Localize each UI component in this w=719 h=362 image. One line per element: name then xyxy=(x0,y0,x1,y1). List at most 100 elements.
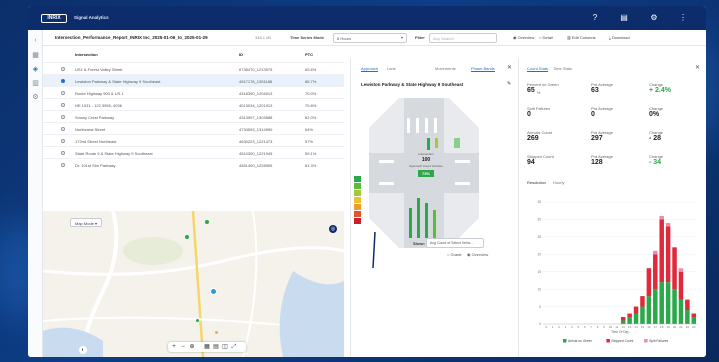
stat-value: 65 xyxy=(527,87,535,94)
overview-option[interactable]: ◉ Overview xyxy=(513,35,534,40)
legend-label: Split Failures xyxy=(649,339,668,343)
grid-icon[interactable]: ▦ xyxy=(203,343,211,351)
legend-label: Stopped Count xyxy=(611,339,633,343)
column-header-id[interactable]: ID xyxy=(239,52,243,57)
detail-option[interactable]: ○ Detail xyxy=(539,35,553,40)
intersection-count: 100 xyxy=(421,157,431,163)
tab-time-stats[interactable]: Time Stats xyxy=(553,66,572,71)
map-view[interactable]: Map Mode ▾ ◎ ◐ + − ⊕ ▦ ▤ ◫ ⤢ xyxy=(43,211,344,357)
zoom-in-icon[interactable]: + xyxy=(170,343,178,351)
stat-value: 269 xyxy=(527,135,539,142)
row-radio[interactable] xyxy=(61,103,65,107)
locate-icon[interactable]: ◎ xyxy=(329,225,337,233)
row-radio[interactable] xyxy=(61,91,65,95)
table-row[interactable]: HE 1031 - 122 3955, 4036 4013034_1201913 7… xyxy=(43,98,344,110)
table-row[interactable]: Lewiston Parkway & State Highway 9 South… xyxy=(43,74,344,86)
row-radio[interactable] xyxy=(61,79,65,83)
edit-columns-button[interactable]: ▥ Edit Columns xyxy=(567,35,596,40)
report-filesize: 348.1 kB xyxy=(255,35,271,40)
chart-bar xyxy=(678,299,684,324)
help-icon[interactable]: ? xyxy=(590,13,600,23)
overview-option[interactable]: ◉ Overview xyxy=(467,252,488,257)
layers-icon[interactable]: ◫ xyxy=(221,343,229,351)
row-radio[interactable] xyxy=(61,115,65,119)
edit-columns-label: Edit Columns xyxy=(571,35,596,40)
document-icon[interactable]: ▤ xyxy=(619,13,629,23)
tab-phase-bands[interactable]: Phase Bands xyxy=(471,66,495,72)
close-icon[interactable]: ✕ xyxy=(695,64,700,71)
map-marker[interactable] xyxy=(215,331,218,334)
chevron-left-icon[interactable]: ‹ xyxy=(31,36,40,45)
x-tick-label: 7 xyxy=(590,325,592,329)
table-row[interactable]: State Route 9 & State Highway 9 Southeas… xyxy=(43,146,344,158)
report-filename: Intersection_Performance_Report_INRIX In… xyxy=(55,35,208,40)
selected-map-marker[interactable] xyxy=(210,288,217,295)
chart-bar xyxy=(678,268,684,272)
row-intersection-name: 172nd Street Northeast xyxy=(75,139,117,144)
row-id: 4318390_1204013 xyxy=(239,91,273,96)
report-icon[interactable]: ▥ xyxy=(31,79,40,88)
chart-bar xyxy=(659,215,664,220)
edit-icon[interactable]: ✎ xyxy=(507,81,511,87)
filter-input[interactable]: Any Search xyxy=(429,33,497,43)
row-id: 4313907_1303588 xyxy=(239,115,273,120)
table-row[interactable]: Northcrest Street 4734593_1314990 64% xyxy=(43,122,344,134)
row-ptc: 64% xyxy=(305,127,314,132)
table-row[interactable]: Snowy Crest Parkway 4313907_1303588 62.0% xyxy=(43,110,344,122)
map-marker[interactable] xyxy=(205,220,209,224)
grid-icon[interactable]: ▦ xyxy=(31,51,40,60)
row-radio[interactable] xyxy=(61,127,65,131)
x-tick-label: 6 xyxy=(584,325,586,329)
stat-avg-value: 63 xyxy=(591,87,599,94)
table-row[interactable]: US1 & Forest Valley Street 6738470_121397… xyxy=(43,62,344,74)
settings-icon[interactable]: ⚙ xyxy=(649,13,659,23)
grade-option[interactable]: ○ Grade xyxy=(447,252,462,257)
map-style-select[interactable]: Map Mode ▾ xyxy=(70,218,103,227)
x-tick-label: 4 xyxy=(571,325,573,329)
overview-label: Overview xyxy=(517,35,535,40)
intersection-panel: Approach Lane Movements Phase Bands ✕ Le… xyxy=(350,58,515,357)
signal-icon[interactable]: ◈ xyxy=(31,65,40,74)
column-header-ptc[interactable]: PTC xyxy=(305,52,313,57)
fullscreen-icon[interactable]: ⤢ xyxy=(230,343,238,351)
chart-bar xyxy=(659,219,664,283)
tab-hourly[interactable]: Hourly xyxy=(553,180,565,185)
tab-approach[interactable]: Approach xyxy=(361,66,379,72)
tab-resolution[interactable]: Resolution xyxy=(527,180,546,185)
tab-movements[interactable]: Movements xyxy=(435,66,456,71)
row-id: 4013034_1201913 xyxy=(239,103,273,108)
x-tick-label: 17 xyxy=(654,325,658,329)
row-id: 6738470_1213975 xyxy=(239,67,273,72)
download-button[interactable]: ⤓ Download xyxy=(609,35,630,40)
apps-grid-icon[interactable]: ⋮ xyxy=(678,13,688,23)
settings-icon[interactable]: ⚙ xyxy=(31,93,40,102)
row-radio[interactable] xyxy=(61,163,65,167)
time-mode-select[interactable]: 8 Hours ▾ xyxy=(333,33,407,43)
close-icon[interactable]: ✕ xyxy=(507,64,512,71)
y-tick-label: 20 xyxy=(537,252,541,256)
x-tick-label: 0 xyxy=(545,325,547,329)
compass-icon[interactable]: ⊕ xyxy=(188,343,196,351)
stat-avg-value: 128 xyxy=(591,159,603,166)
map-marker[interactable] xyxy=(196,319,199,322)
row-radio[interactable] xyxy=(61,67,65,71)
tab-lane[interactable]: Lane xyxy=(387,66,396,71)
chart-bar xyxy=(691,313,697,318)
chart-bar xyxy=(620,320,626,324)
row-radio[interactable] xyxy=(61,151,65,155)
layers-icon[interactable]: ◐ xyxy=(79,346,87,354)
table-row[interactable]: Route Highway 903 & US 1 4318390_1204013 7… xyxy=(43,86,344,98)
list-icon[interactable]: ▤ xyxy=(212,343,220,351)
x-tick-label: 18 xyxy=(660,325,664,329)
column-header-intersection[interactable]: Intersection xyxy=(75,52,98,57)
table-row[interactable]: Dr. 101st Sim Parkway 4551400_1228905 61.3… xyxy=(43,158,344,170)
show-select[interactable]: Avg Count of Select Vehic... xyxy=(426,238,484,248)
row-radio[interactable] xyxy=(61,139,65,143)
grade-swatch xyxy=(354,211,361,217)
tab-count-stats[interactable]: Count Stats xyxy=(527,66,548,72)
table-row[interactable]: 172nd Street Northeast 4630223_1221473 57% xyxy=(43,134,344,146)
map-marker[interactable] xyxy=(185,235,189,239)
row-ptc: 70.8% xyxy=(305,103,317,108)
x-tick-label: 2 xyxy=(558,325,560,329)
zoom-out-icon[interactable]: − xyxy=(179,343,187,351)
